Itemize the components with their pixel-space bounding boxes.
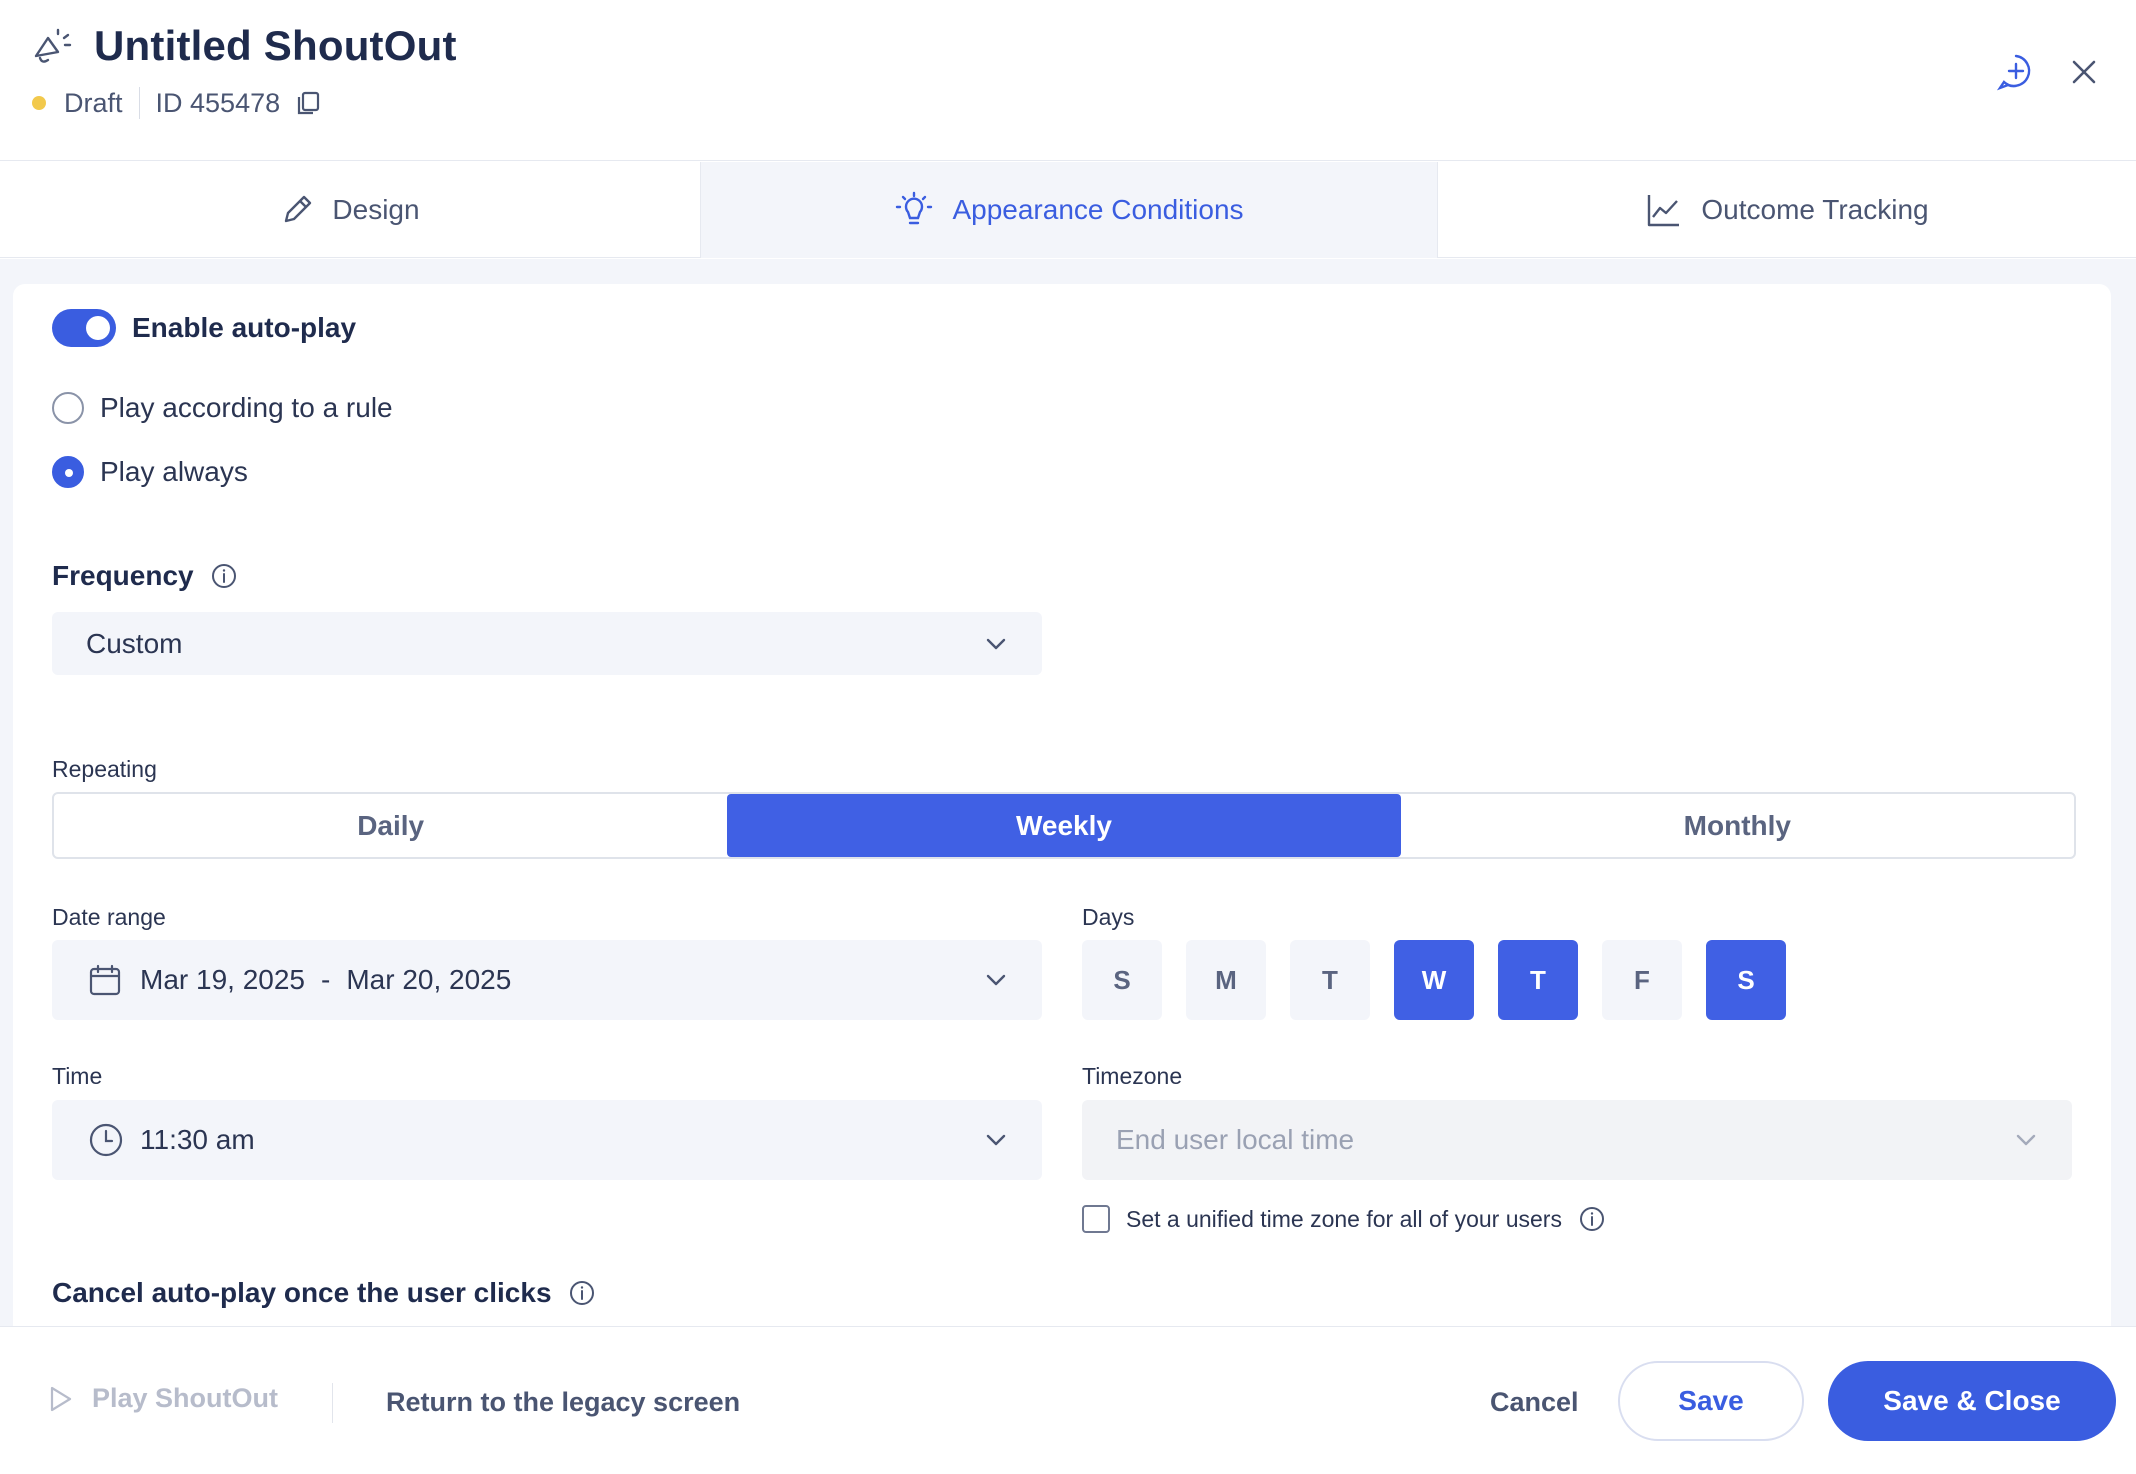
info-icon[interactable]: [568, 1279, 596, 1307]
date-start: Mar 19, 2025: [140, 964, 305, 995]
copy-icon[interactable]: [294, 89, 322, 117]
tab-outcome-label: Outcome Tracking: [1701, 194, 1929, 225]
status-text: Draft: [64, 87, 123, 118]
day-tuesday[interactable]: T: [1290, 940, 1370, 1020]
tab-appearance-label: Appearance Conditions: [952, 194, 1244, 225]
add-comment-icon[interactable]: [1996, 52, 2036, 92]
timezone-label: Timezone: [1082, 1063, 1183, 1089]
autoplay-toggle-label: Enable auto-play: [132, 312, 357, 343]
repeating-segmented-control: Daily Weekly Monthly: [52, 792, 2076, 859]
cancel-autoplay-label: Cancel auto-play once the user clicks: [52, 1277, 552, 1308]
id-label: ID 455478: [155, 87, 281, 118]
timezone-value: End user local time: [1116, 1124, 1355, 1155]
lightbulb-icon: [896, 191, 933, 225]
close-icon[interactable]: [2064, 52, 2104, 92]
day-friday[interactable]: F: [1602, 940, 1682, 1020]
frequency-value: Custom: [86, 627, 183, 659]
repeat-weekly-option[interactable]: Weekly: [727, 794, 1401, 857]
line-chart-icon: [1648, 195, 1680, 227]
pencil-icon: [285, 195, 312, 223]
cancel-button[interactable]: Cancel: [1490, 1387, 1579, 1418]
day-sunday[interactable]: S: [1082, 940, 1162, 1020]
days-selector: S M T W T F S: [1082, 940, 1810, 1020]
header-meta: Draft ID 455478: [32, 86, 322, 120]
radio-button-checked[interactable]: [52, 456, 84, 488]
radio-label: Play always: [100, 456, 248, 487]
page-title: Untitled ShoutOut: [94, 22, 457, 69]
info-icon[interactable]: [1578, 1205, 1606, 1233]
date-separator: -: [321, 964, 331, 995]
unified-timezone-label: Set a unified time zone for all of your …: [1126, 1205, 1562, 1232]
tab-outcome-tracking[interactable]: Outcome Tracking: [1438, 162, 2136, 258]
date-end: Mar 20, 2025: [346, 964, 512, 995]
status-dot: [32, 96, 46, 110]
day-saturday[interactable]: S: [1706, 940, 1786, 1020]
autoplay-toggle[interactable]: [52, 309, 116, 347]
unified-timezone-checkbox[interactable]: [1082, 1205, 1110, 1233]
chevron-down-icon: [2016, 1134, 2036, 1146]
repeating-label: Repeating: [52, 756, 157, 782]
radio-label: Play according to a rule: [100, 392, 393, 423]
time-label: Time: [52, 1063, 103, 1089]
radio-play-always[interactable]: Play always: [52, 456, 248, 488]
unified-timezone-row: Set a unified time zone for all of your …: [1082, 1205, 1606, 1233]
date-range-label: Date range: [52, 904, 166, 930]
time-value: 11:30 am: [140, 1124, 255, 1155]
repeat-monthly-option[interactable]: Monthly: [1401, 794, 2074, 857]
play-icon: [50, 1386, 72, 1411]
return-legacy-link[interactable]: Return to the legacy screen: [386, 1387, 740, 1418]
clock-icon: [89, 1123, 123, 1157]
radio-button[interactable]: [52, 392, 84, 424]
save-and-close-button[interactable]: Save & Close: [1828, 1361, 2116, 1441]
time-picker[interactable]: 11:30 am: [52, 1100, 1042, 1180]
repeat-daily-option[interactable]: Daily: [54, 794, 727, 857]
meta-divider: [138, 87, 140, 119]
play-shoutout-button: Play ShoutOut: [48, 1383, 278, 1414]
save-button[interactable]: Save: [1618, 1361, 1804, 1441]
frequency-heading: Frequency: [52, 560, 238, 592]
play-shoutout-label: Play ShoutOut: [92, 1383, 279, 1413]
frequency-select[interactable]: Custom: [52, 612, 1042, 675]
megaphone-icon: [34, 28, 72, 63]
day-wednesday[interactable]: W: [1394, 940, 1474, 1020]
timezone-select: End user local time: [1082, 1100, 2072, 1180]
cancel-autoplay-heading: Cancel auto-play once the user clicks: [52, 1277, 596, 1309]
day-monday[interactable]: M: [1186, 940, 1266, 1020]
tab-bar: Design Appearance Conditions Outcome Tra…: [0, 162, 2136, 258]
chevron-down-icon: [986, 974, 1006, 986]
calendar-icon: [89, 964, 121, 996]
tab-design-label: Design: [332, 194, 420, 225]
chevron-down-icon: [986, 1134, 1006, 1146]
day-thursday[interactable]: T: [1498, 940, 1578, 1020]
radio-play-by-rule[interactable]: Play according to a rule: [52, 392, 393, 424]
footer-divider: [332, 1383, 333, 1423]
tab-design[interactable]: Design: [0, 162, 700, 258]
footer-bar: Play ShoutOut Return to the legacy scree…: [0, 1326, 2136, 1474]
days-label: Days: [1082, 904, 1135, 930]
toggle-knob: [86, 316, 110, 340]
info-icon[interactable]: [210, 562, 238, 590]
header: Untitled ShoutOut Draft ID 455478: [0, 0, 2136, 161]
frequency-label: Frequency: [52, 560, 194, 591]
chevron-down-icon: [986, 638, 1006, 649]
date-range-picker[interactable]: Mar 19, 2025 - Mar 20, 2025: [52, 940, 1042, 1020]
tab-appearance-conditions[interactable]: Appearance Conditions: [700, 162, 1438, 258]
